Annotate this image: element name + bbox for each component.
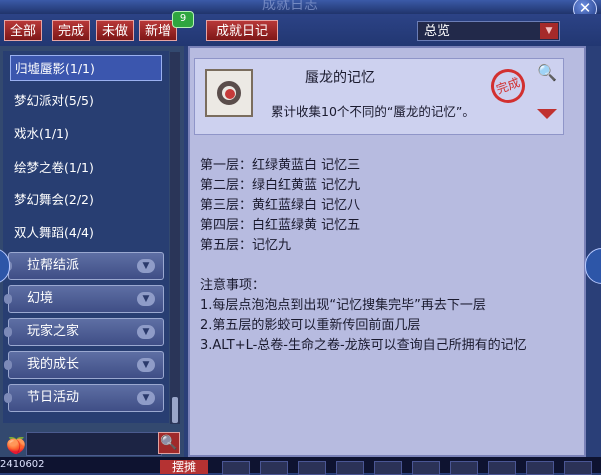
scroll-thumb[interactable] bbox=[172, 397, 178, 423]
search-input[interactable] bbox=[26, 432, 162, 456]
chevron-down-icon: ▼ bbox=[137, 391, 155, 405]
note-line: 第四层：白红蓝绿黄 记忆五 bbox=[200, 218, 361, 233]
chevron-down-icon[interactable]: ▼ bbox=[540, 23, 558, 39]
category-label: 玩家之家 bbox=[27, 324, 80, 339]
bottom-id-number: 2410602 bbox=[0, 459, 45, 470]
category-dot-icon bbox=[4, 360, 12, 370]
filter-undone-button[interactable]: 未做 bbox=[96, 20, 134, 41]
nav-right-handle[interactable] bbox=[585, 248, 601, 284]
category-label: 拉帮结派 bbox=[27, 258, 80, 273]
detail-panel: 蜃龙的记忆 累计收集10个不同的“蜃龙的记忆”。 完成 🔍 第一层：红绿黄蓝白 … bbox=[188, 46, 586, 457]
list-item[interactable]: 梦幻舞会(2/2) bbox=[10, 187, 162, 213]
note-line: 3.ALT+L-总卷-生命之卷-龙族可以查询自己所拥有的记忆 bbox=[200, 338, 527, 353]
note-line: 第一层：红绿黄蓝白 记忆三 bbox=[200, 158, 361, 173]
note-line: 第五层：记忆九 bbox=[200, 238, 292, 253]
category-dot-icon bbox=[4, 393, 12, 403]
title-bar: 成就日志 bbox=[0, 0, 601, 14]
achievement-title: 蜃龙的记忆 bbox=[305, 70, 375, 86]
category-dot-icon bbox=[4, 294, 12, 304]
list-item[interactable]: 绘梦之卷(1/1) bbox=[10, 155, 162, 181]
category-label: 我的成长 bbox=[27, 357, 80, 372]
note-line bbox=[200, 256, 527, 276]
new-count-badge: 9 bbox=[172, 11, 194, 28]
view-select[interactable]: 总览 ▼ bbox=[417, 21, 560, 41]
list-item[interactable]: 双人舞蹈(4/4) bbox=[10, 220, 162, 246]
chevron-down-icon: ▼ bbox=[137, 259, 155, 273]
category-button[interactable]: 节日活动 ▼ bbox=[4, 384, 164, 412]
expand-arrow-icon[interactable] bbox=[537, 109, 557, 119]
category-label: 节日活动 bbox=[27, 390, 80, 405]
category-button[interactable]: 玩家之家 ▼ bbox=[4, 318, 164, 346]
list-item[interactable]: 梦幻派对(5/5) bbox=[10, 88, 162, 114]
view-select-value: 总览 bbox=[424, 24, 451, 39]
ring-core-icon bbox=[225, 89, 235, 99]
category-label: 幻境 bbox=[27, 291, 54, 306]
filter-done-button[interactable]: 完成 bbox=[52, 20, 90, 41]
note-line: 第二层：绿白红黄蓝 记忆九 bbox=[200, 178, 361, 193]
item-icon bbox=[205, 69, 253, 117]
search-row: 🍑 🔍 bbox=[0, 429, 184, 457]
achievement-notes: 第一层：红绿黄蓝白 记忆三 第二层：绿白红黄蓝 记忆九 第三层：黄红蓝绿白 记忆… bbox=[200, 156, 527, 356]
category-button[interactable]: 我的成长 ▼ bbox=[4, 351, 164, 379]
list-scrollbar[interactable] bbox=[170, 52, 180, 424]
list-item-selected[interactable]: 归墟蜃影(1/1) bbox=[10, 55, 162, 81]
note-line: 1.每层点泡泡点到出现“记忆搜集完毕”再去下一层 bbox=[200, 298, 486, 313]
chevron-down-icon: ▼ bbox=[137, 292, 155, 306]
note-line: 2.第五层的影蛟可以重新传回前面几层 bbox=[200, 318, 421, 333]
search-icon: 🔍 bbox=[160, 435, 178, 451]
category-button[interactable]: 幻境 ▼ bbox=[4, 285, 164, 313]
chevron-down-icon: ▼ bbox=[137, 325, 155, 339]
category-dot-icon bbox=[4, 327, 12, 337]
list-item[interactable]: 戏水(1/1) bbox=[10, 121, 162, 147]
achievement-description: 累计收集10个不同的“蜃龙的记忆”。 bbox=[271, 104, 475, 119]
peach-icon: 🍑 bbox=[6, 436, 26, 455]
window-title: 成就日志 bbox=[262, 0, 318, 13]
magnifier-icon[interactable]: 🔍 bbox=[537, 63, 557, 82]
search-button[interactable]: 🔍 bbox=[158, 432, 180, 454]
completed-stamp: 完成 bbox=[486, 64, 530, 108]
filter-all-button[interactable]: 全部 bbox=[4, 20, 42, 41]
note-line: 第三层：黄红蓝绿白 记忆八 bbox=[200, 198, 361, 213]
category-button[interactable]: 拉帮结派 ▼ bbox=[4, 252, 164, 280]
chevron-down-icon: ▼ bbox=[137, 358, 155, 372]
stall-button[interactable]: 摆摊 bbox=[160, 460, 208, 474]
note-line: 注意事项： bbox=[200, 278, 266, 293]
achievement-card: 蜃龙的记忆 累计收集10个不同的“蜃龙的记忆”。 完成 🔍 bbox=[194, 58, 564, 135]
journal-button[interactable]: 成就日记 bbox=[206, 20, 278, 41]
